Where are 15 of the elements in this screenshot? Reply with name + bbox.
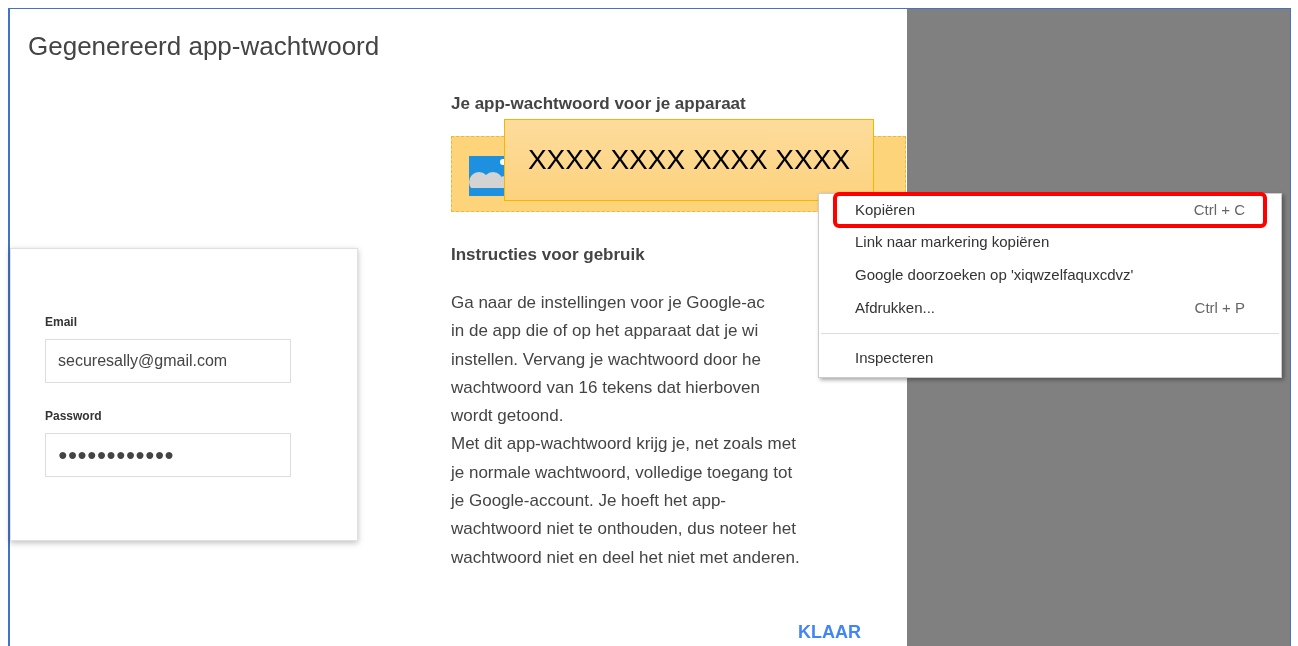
menu-item[interactable]: Kopiëren Ctrl + C	[833, 192, 1267, 228]
menu-item[interactable]: Afdrukken... Ctrl + P	[833, 292, 1267, 325]
menu-item[interactable]: Google doorzoeken op 'xiqwzelfaquxcdvz'	[833, 259, 1267, 292]
dialog-title: Gegenereerd app-wachtwoord	[28, 30, 380, 63]
done-button[interactable]: KLAAR	[792, 617, 867, 646]
instructions-text: Ga naar de instellingen voor je Google-ac in de app die of op het apparaat dat je wi instellen. Vervang je wachtwoord door he wachtwoord van 16 tekens dat hierboven wordt getoond. Met dit app-wachtwoord krijg je, net zoals met je normale wachtwoord, volledige toegang tot je Google-account. Je hoeft het app- wachtwoord niet te onthouden, dus noteer het wachtwoord niet en deel het niet met anderen.	[451, 292, 800, 569]
menu-item[interactable]: Inspecteren	[833, 342, 1267, 375]
field-label: Password	[45, 408, 103, 425]
field-label: Email	[45, 314, 78, 331]
input-field[interactable]: securesally@gmail.com	[45, 339, 291, 383]
menu-item[interactable]: Link naar markering kopiëren	[833, 226, 1267, 259]
input-field[interactable]: ●●●●●●●●●●●●	[45, 433, 291, 477]
section-heading: Je app-wachtwoord voor je apparaat	[451, 93, 746, 115]
section-heading: Instructies voor gebruik	[451, 244, 645, 266]
app-password: XXXX XXXX XXXX XXXX	[504, 119, 874, 201]
